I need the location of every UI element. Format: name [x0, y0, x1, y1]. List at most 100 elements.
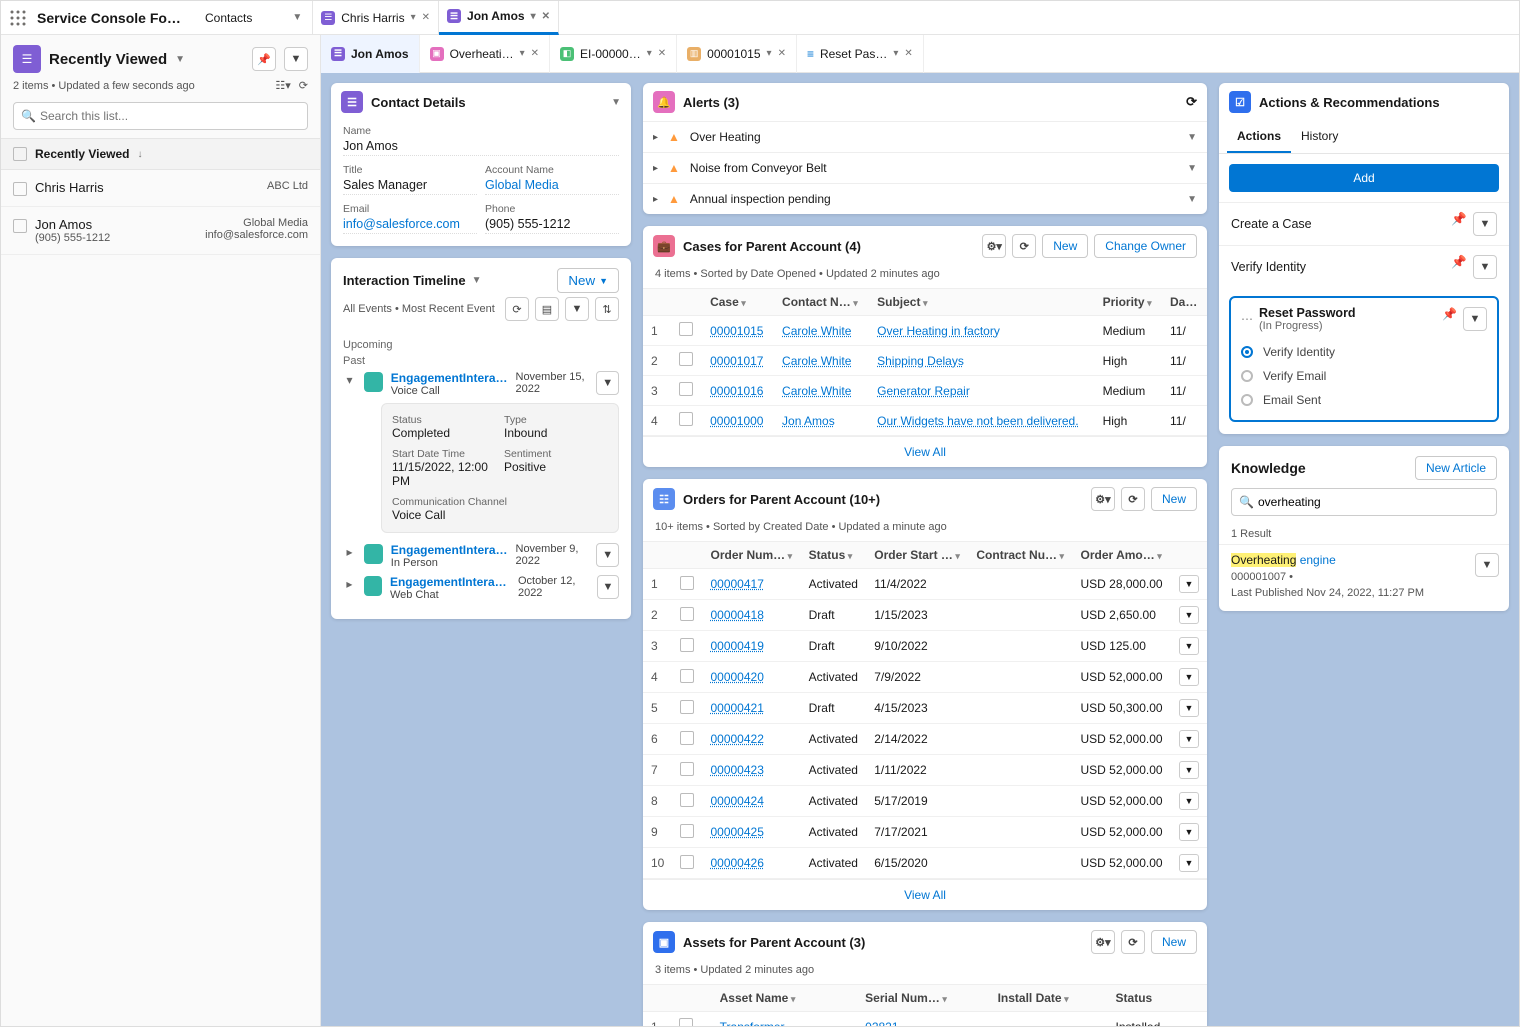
row-checkbox[interactable]	[13, 219, 27, 233]
subject-link[interactable]: Our Widgets have not been delivered.	[877, 414, 1078, 428]
filter-icon[interactable]: ▼	[565, 297, 589, 321]
tab-history[interactable]: History	[1291, 121, 1348, 153]
row-checkbox[interactable]	[680, 576, 694, 590]
order-number-link[interactable]: 00000418	[710, 608, 763, 622]
column-header[interactable]: Install Date	[990, 985, 1108, 1012]
chevron-down-icon[interactable]: ▼	[1187, 132, 1197, 143]
action-item[interactable]: Verify Identity 📌▼	[1219, 245, 1509, 288]
chevron-down-icon[interactable]: ▾	[520, 48, 525, 59]
select-all-checkbox[interactable]	[13, 147, 27, 161]
new-button[interactable]: New	[1151, 487, 1197, 511]
row-action-menu[interactable]: ▼	[1179, 575, 1199, 593]
row-checkbox[interactable]	[679, 412, 693, 426]
subtab[interactable]: ☰ Jon Amos	[321, 35, 420, 73]
pin-icon[interactable]: 📌	[1451, 212, 1467, 236]
chevron-down-icon[interactable]: ▼	[472, 275, 482, 286]
column-header[interactable]: Status	[1108, 985, 1207, 1012]
knowledge-result[interactable]: Overheating engine 000001007 • Last Publ…	[1219, 544, 1509, 611]
pin-list-button[interactable]: 📌	[252, 47, 276, 71]
row-checkbox[interactable]	[680, 855, 694, 869]
row-checkbox[interactable]	[679, 382, 693, 396]
chevron-down-icon[interactable]: ▾	[531, 11, 536, 22]
close-icon[interactable]: ✕	[542, 11, 550, 22]
row-checkbox[interactable]	[680, 824, 694, 838]
order-number-link[interactable]: 00000419	[710, 639, 763, 653]
refresh-icon[interactable]: ⟳	[505, 297, 529, 321]
subtab[interactable]: ▥ 00001015 ▾ ✕	[677, 35, 797, 73]
drag-icon[interactable]: ⋯	[1241, 312, 1253, 326]
order-number-link[interactable]: 00000425	[710, 825, 763, 839]
row-checkbox[interactable]	[680, 700, 694, 714]
row-action-menu[interactable]: ▼	[1179, 823, 1199, 841]
alert-row[interactable]: ▸ ▲ Noise from Conveyor Belt ▼	[643, 152, 1207, 183]
expand-toggle-icon[interactable]: ▸	[653, 132, 658, 143]
email-link[interactable]: info@salesforce.com	[343, 215, 477, 234]
knowledge-search-input[interactable]	[1231, 488, 1497, 516]
workspace-tab[interactable]: ☰ Chris Harris ▾ ✕	[313, 1, 439, 35]
sort-icon[interactable]: ⇅	[595, 297, 619, 321]
flow-step[interactable]: Email Sent	[1241, 388, 1487, 412]
column-header[interactable]: Order Amo…	[1073, 542, 1172, 569]
contact-link[interactable]: Jon Amos	[782, 414, 835, 428]
list-section-header[interactable]: Recently Viewed ↓	[1, 138, 320, 170]
timeline-item-link[interactable]: EngagementInterac…	[390, 575, 510, 589]
flow-step[interactable]: Verify Email	[1241, 364, 1487, 388]
chevron-down-icon[interactable]: ▼	[1187, 163, 1197, 174]
expand-toggle-icon[interactable]: ▸	[653, 163, 658, 174]
add-button[interactable]: Add	[1229, 164, 1499, 192]
row-action-menu[interactable]: ▼	[1179, 730, 1199, 748]
order-number-link[interactable]: 00000420	[710, 670, 763, 684]
order-number-link[interactable]: 00000417	[710, 577, 763, 591]
action-menu-icon[interactable]: ▼	[1473, 212, 1497, 236]
action-menu-icon[interactable]: ▼	[1473, 255, 1497, 279]
column-header[interactable]: Order Start …	[866, 542, 968, 569]
action-item[interactable]: Create a Case 📌▼	[1219, 202, 1509, 245]
subject-link[interactable]: Shipping Delays	[877, 354, 964, 368]
chevron-down-icon[interactable]: ▾	[411, 12, 416, 23]
list-controls-button[interactable]: ▼	[284, 47, 308, 71]
settings-icon[interactable]: ⚙▾	[982, 234, 1006, 258]
list-view-title[interactable]: Recently Viewed	[49, 51, 167, 68]
new-button[interactable]: New	[1151, 930, 1197, 954]
phone-link[interactable]: (905) 555-1212	[485, 215, 619, 234]
row-action-menu[interactable]: ▼	[1179, 854, 1199, 872]
order-number-link[interactable]: 00000426	[710, 856, 763, 870]
view-all-link[interactable]: View All	[643, 879, 1207, 910]
refresh-icon[interactable]: ⟳	[299, 79, 308, 92]
list-row[interactable]: Chris Harris ABC Ltd	[1, 170, 320, 207]
chevron-down-icon[interactable]: ▼	[175, 54, 185, 65]
display-as-icon[interactable]: ☷▾	[275, 79, 290, 92]
nav-item-contacts[interactable]: Contacts ▼	[195, 1, 313, 35]
contact-link[interactable]: Carole White	[782, 384, 851, 398]
close-icon[interactable]: ✕	[531, 48, 539, 59]
new-button[interactable]: New	[1042, 234, 1088, 258]
alert-row[interactable]: ▸ ▲ Annual inspection pending ▼	[643, 183, 1207, 214]
chevron-down-icon[interactable]: ▼	[292, 12, 302, 23]
timeline-item-menu[interactable]: ▼	[596, 371, 619, 395]
chevron-down-icon[interactable]: ▼	[1187, 194, 1197, 205]
close-icon[interactable]: ✕	[778, 48, 786, 59]
row-action-menu[interactable]: ▼	[1179, 699, 1199, 717]
row-action-menu[interactable]: ▼	[1179, 668, 1199, 686]
column-header[interactable]: Da…	[1162, 289, 1207, 316]
close-icon[interactable]: ✕	[658, 48, 666, 59]
column-header[interactable]: Order Num…	[702, 542, 800, 569]
account-link[interactable]: Global Media	[485, 176, 619, 195]
order-number-link[interactable]: 00000424	[710, 794, 763, 808]
expand-toggle-icon[interactable]: ▾	[343, 371, 356, 397]
order-number-link[interactable]: 00000423	[710, 763, 763, 777]
result-action-icon[interactable]: ▼	[1475, 553, 1499, 577]
contact-link[interactable]: Carole White	[782, 354, 851, 368]
refresh-icon[interactable]: ⟳	[1121, 487, 1145, 511]
result-link[interactable]: engine	[1296, 553, 1335, 567]
subtab[interactable]: ▣ Overheati… ▾ ✕	[420, 35, 550, 73]
expand-toggle-icon[interactable]: ▸	[343, 575, 356, 601]
timeline-item-menu[interactable]: ▼	[596, 543, 619, 567]
new-article-button[interactable]: New Article	[1415, 456, 1497, 480]
column-header[interactable]: Contact N…	[774, 289, 869, 316]
timeline-item-link[interactable]: EngagementIntera…	[391, 371, 508, 385]
row-checkbox[interactable]	[680, 669, 694, 683]
case-number-link[interactable]: 00001016	[710, 384, 763, 398]
app-launcher-icon[interactable]	[1, 10, 35, 26]
row-checkbox[interactable]	[680, 731, 694, 745]
